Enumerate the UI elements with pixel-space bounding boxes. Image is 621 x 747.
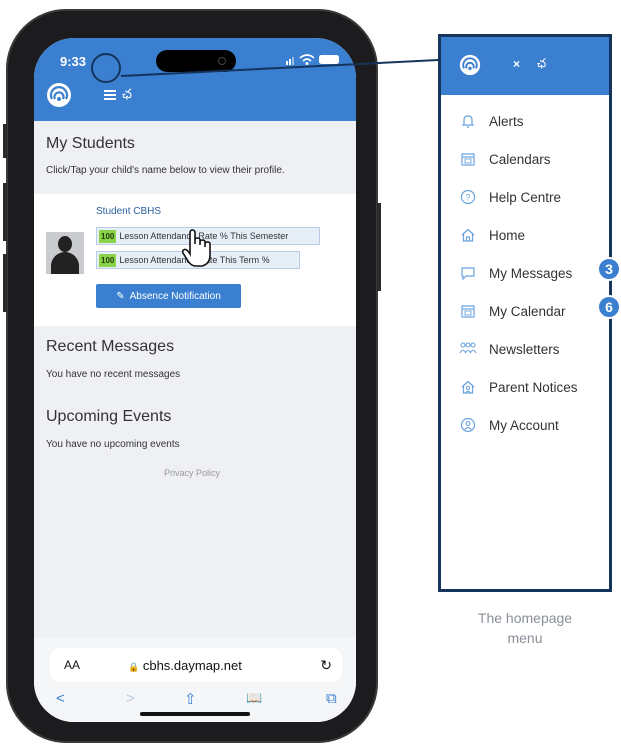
calendar-icon [459,150,477,168]
hamburger-menu-icon[interactable] [104,90,116,100]
upcoming-events-empty: You have no upcoming events [46,439,180,450]
message-icon [459,264,477,282]
menu-item-label: My Account [489,417,559,433]
recent-messages-empty: You have no recent messages [46,369,181,380]
my-students-hint: Click/Tap your child's name below to vie… [46,165,285,176]
back-icon[interactable]: < [56,690,65,707]
volume-up-button [3,183,7,241]
menu-item-label: My Messages [489,265,573,281]
menu-header: × ఛ [441,37,609,95]
calendar-count-badge: 6 [597,295,621,319]
share-icon[interactable]: ⇧ [184,690,197,708]
menu-glyph: ఛ [537,56,547,70]
url-text: 🔒 cbhs.daymap.net [128,657,242,673]
wifi-icon-dot [305,62,309,65]
battery-icon [319,55,339,64]
forward-icon[interactable]: > [126,690,135,707]
volume-down-button [3,254,7,312]
menu-item-label: Help Centre [489,189,562,205]
power-button [377,203,381,291]
edit-icon: ✎ [116,290,125,302]
menu-item-label: Parent Notices [489,379,578,395]
menu-item-newsletters[interactable]: Newsletters [459,337,609,361]
house-person-icon [459,378,477,396]
user-icon [459,416,477,434]
tabs-icon[interactable]: ⧉ [326,690,337,707]
privacy-policy-link[interactable]: Privacy Policy [164,468,220,478]
absence-notification-label: Absence Notification [129,290,221,302]
dynamic-island [156,50,236,72]
menu-item-my-account[interactable]: My Account [459,413,609,437]
bell-icon [459,112,477,130]
menu-item-label: My Calendar [489,303,566,319]
reader-aa-button[interactable]: AA [64,658,80,672]
menu-item-label: Alerts [489,113,524,129]
silent-switch [3,124,7,158]
menu-item-alerts[interactable]: Alerts [459,109,609,133]
signal-bar [286,61,288,65]
student-avatar[interactable] [46,232,84,274]
home-indicator [140,712,250,716]
callout-circle [91,53,121,83]
menu-item-home[interactable]: Home [459,223,609,247]
close-icon[interactable]: × [513,57,520,71]
calendar-icon [459,302,477,320]
upcoming-events-title: Upcoming Events [46,408,172,425]
svg-text:?: ? [465,193,470,203]
home-icon [459,226,477,244]
menu-item-label: Calendars [489,151,551,167]
header-glyph: ఛ [122,86,132,101]
bookmarks-icon[interactable]: 📖 [246,690,262,706]
people-icon [459,340,477,358]
daymap-logo[interactable] [459,54,481,76]
absence-notification-button[interactable]: ✎ Absence Notification [96,284,241,308]
reload-icon[interactable]: ↻ [320,657,332,674]
student-name-link[interactable]: Student CBHS [96,206,161,217]
wifi-icon [299,54,315,62]
help-icon: ? [459,188,477,206]
figure-caption: The homepage menu [438,608,612,648]
recent-messages-title: Recent Messages [46,338,175,355]
signal-bar [292,57,294,65]
my-students-title: My Students [46,135,135,152]
app-body: My Students Click/Tap your child's name … [34,121,356,641]
menu-item-label: Home [489,227,526,243]
menu-item-label: Newsletters [489,341,560,357]
messages-count-badge: 3 [597,257,621,281]
app-header: 9:33 ఛ [34,38,356,121]
daymap-logo[interactable] [46,82,72,108]
status-time: 9:33 [60,54,87,69]
address-bar[interactable]: AA 🔒 cbhs.daymap.net ↻ [50,648,342,682]
menu-item-calendars[interactable]: Calendars [459,147,609,171]
menu-item-help-centre[interactable]: ? Help Centre [459,185,609,209]
rate-badge: 100 [99,253,117,267]
rate-badge: 100 [99,229,117,243]
menu-item-parent-notices[interactable]: Parent Notices [459,375,609,399]
signal-bar [289,59,291,65]
homepage-menu-panel: × ఛ Alerts Calendars ? Help Centre Home … [438,34,612,592]
lock-icon: 🔒 [128,661,140,672]
menu-item-my-messages[interactable]: My Messages [459,261,609,285]
browser-bar: AA 🔒 cbhs.daymap.net ↻ < > ⇧ 📖 ⧉ [34,638,356,722]
phone-screen: 9:33 ఛ My Students Click/Tap your child'… [34,38,356,722]
caption-line: The homepage [477,610,573,626]
camera-dot [218,57,226,65]
status-icons [286,54,339,65]
phone-frame: 9:33 ఛ My Students Click/Tap your child'… [3,9,381,743]
menu-item-my-calendar[interactable]: My Calendar [459,299,609,323]
caption-line: menu [507,630,543,646]
hand-cursor-icon [181,229,211,267]
browser-nav: < > ⇧ 📖 ⧉ [34,690,356,710]
